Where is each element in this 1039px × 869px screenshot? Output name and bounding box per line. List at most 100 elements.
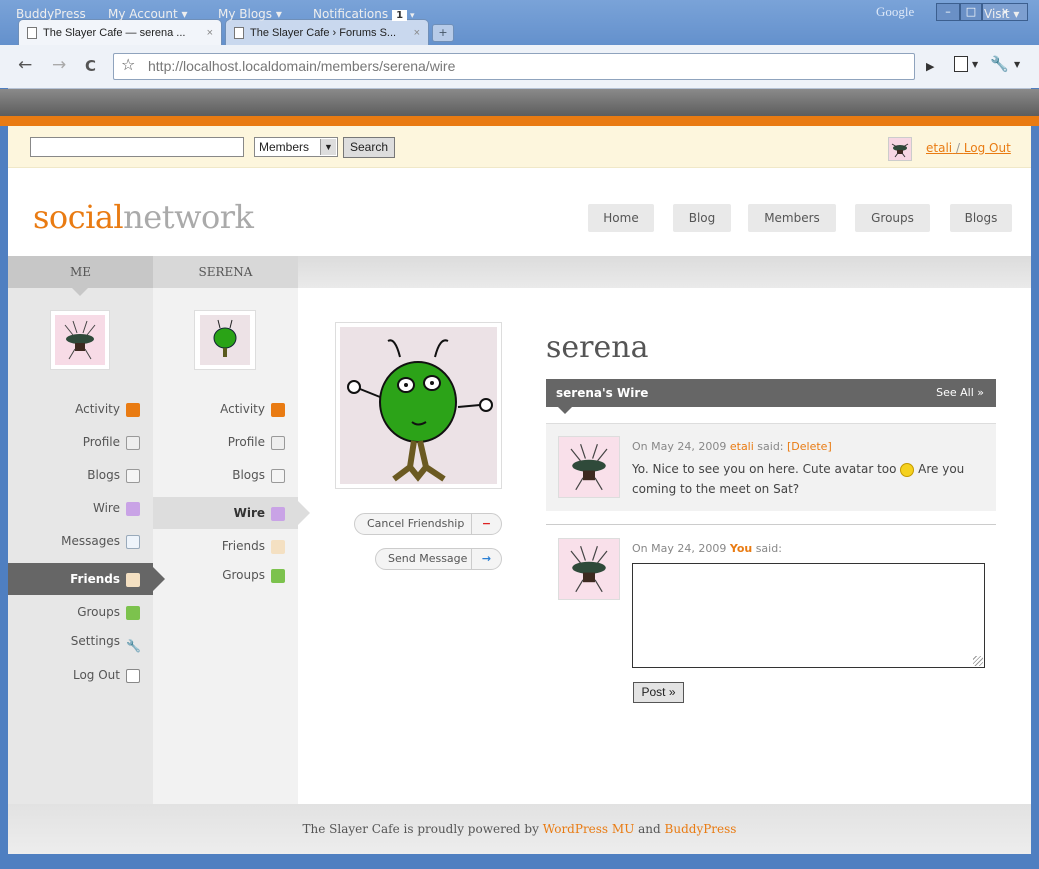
logo-accent-text: social: [33, 198, 124, 236]
selected-arrow: [298, 501, 310, 525]
nav-blog[interactable]: Blog: [673, 204, 731, 232]
button-label: Cancel Friendship: [367, 517, 465, 530]
my-menu-profile[interactable]: Profile: [8, 431, 153, 464]
member-menu-friends[interactable]: Friends: [153, 529, 298, 564]
button-label: Send Message: [388, 552, 468, 565]
notifications-count-badge: 1: [392, 10, 408, 21]
page-icon: [234, 26, 244, 39]
visit-menu[interactable]: Visit ▾: [984, 7, 1019, 21]
member-menu-blogs[interactable]: Blogs: [153, 464, 298, 497]
window-border-left: [0, 88, 8, 856]
send-message-button[interactable]: Send Message →: [375, 548, 502, 570]
nav-home[interactable]: Home: [588, 204, 654, 232]
my-menu-groups[interactable]: Groups: [8, 595, 153, 630]
search-scope-select[interactable]: Members ▼: [254, 137, 338, 157]
maximize-button[interactable]: □: [960, 3, 982, 21]
groups-cube-icon: [271, 568, 285, 583]
tab-close-icon[interactable]: ×: [207, 27, 213, 39]
page-menu-icon[interactable]: [954, 56, 968, 72]
play-icon[interactable]: ▶: [926, 60, 934, 73]
friends-icon: [126, 572, 140, 587]
nav-blogs[interactable]: Blogs: [950, 204, 1012, 232]
friends-icon: [271, 539, 285, 554]
username-link[interactable]: etali: [926, 141, 952, 155]
user-avatar-small[interactable]: [888, 137, 912, 161]
content-header-strip: [298, 256, 1031, 288]
menu-label: Profile: [82, 435, 120, 449]
search-button[interactable]: Search: [343, 137, 395, 158]
envelope-icon: [126, 534, 140, 549]
my-blogs-menu[interactable]: My Blogs ▾: [218, 7, 282, 21]
wrench-icon[interactable]: 🔧: [990, 55, 1009, 73]
my-menu-messages[interactable]: Messages: [8, 530, 153, 563]
search-scope-value: Members: [259, 140, 310, 154]
logout-link[interactable]: Log Out: [964, 141, 1011, 155]
serena-avatar-small[interactable]: [194, 310, 256, 370]
post-meta: On May 24, 2009 etali said: [Delete]: [632, 440, 832, 453]
tab-slayer-cafe-serena[interactable]: The Slayer Cafe — serena ... ×: [18, 19, 222, 45]
member-menu-wire[interactable]: Wire: [153, 497, 310, 529]
menu-label: Wire: [93, 501, 120, 515]
my-menu-friends[interactable]: Friends: [8, 563, 165, 595]
menu-label: Settings: [70, 634, 120, 648]
footer-text: The Slayer Cafe is proudly powered by: [302, 822, 539, 836]
buddypress-link[interactable]: BuddyPress: [665, 822, 737, 836]
url-host: http://localhost.localdomain: [148, 58, 317, 74]
minus-icon: −: [471, 514, 501, 534]
site-logo[interactable]: socialnetwork: [33, 198, 254, 236]
tab-close-icon[interactable]: ×: [414, 27, 420, 39]
my-avatar[interactable]: [50, 310, 110, 370]
member-menu-groups[interactable]: Groups: [153, 564, 298, 598]
menu-label: Friends: [221, 539, 265, 553]
user-links: etali / Log Out: [926, 141, 1011, 155]
post-text: Yo. Nice to see you on here. Cute avatar…: [632, 459, 982, 499]
post-author-avatar[interactable]: [558, 436, 620, 498]
member-menu-profile[interactable]: Profile: [153, 431, 298, 464]
minimize-button[interactable]: –: [936, 3, 960, 21]
delete-post-link[interactable]: [Delete]: [787, 440, 832, 453]
url-path: /members/serena/wire: [316, 58, 456, 74]
notifications-menu[interactable]: Notifications 1 ▾: [313, 7, 414, 21]
nav-groups[interactable]: Groups: [855, 204, 930, 232]
post-button[interactable]: Post »: [633, 682, 684, 703]
search-input[interactable]: [30, 137, 244, 157]
bookmark-star-icon[interactable]: ☆: [121, 55, 135, 74]
buddypress-admin-bar: [0, 89, 1039, 116]
my-menu-settings[interactable]: Settings 🔧: [8, 630, 153, 664]
cancel-friendship-button[interactable]: Cancel Friendship −: [354, 513, 502, 535]
page-icon: [27, 26, 37, 39]
wrench-icon: 🔧: [126, 638, 141, 653]
nav-members[interactable]: Members: [748, 204, 836, 232]
accent-stripe: [0, 116, 1039, 126]
wordpress-mu-link[interactable]: WordPress MU: [543, 822, 635, 836]
post-author-link[interactable]: etali: [730, 440, 754, 453]
member-menu-list: Activity Profile Blogs Wire Friends Grou…: [153, 398, 310, 598]
tab-slayer-cafe-forums[interactable]: The Slayer Cafe › Forums S... ×: [225, 19, 429, 45]
chevron-down-icon: ▼: [320, 139, 336, 155]
see-all-link[interactable]: See All »: [936, 379, 984, 407]
wire-title: serena's Wire: [556, 386, 649, 400]
wire-message-textarea[interactable]: [632, 563, 985, 668]
window-border-right: [1031, 88, 1039, 856]
blog-icon: [271, 468, 285, 483]
buddypress-home-link[interactable]: BuddyPress: [16, 7, 86, 21]
my-menu-logout[interactable]: Log Out: [8, 664, 153, 697]
wire-header: serena's Wire See All »: [546, 379, 996, 414]
my-menu-blogs[interactable]: Blogs: [8, 464, 153, 497]
menu-label: Activity: [220, 402, 265, 416]
tools-menu-chevron-icon: ▼: [1014, 60, 1021, 69]
new-tab-button[interactable]: +: [432, 24, 454, 42]
member-menu-activity[interactable]: Activity: [153, 398, 298, 431]
my-menu-activity[interactable]: Activity: [8, 398, 153, 431]
menu-label: Wire: [233, 506, 265, 520]
address-bar[interactable]: http://localhost.localdomain/members/ser…: [113, 53, 915, 80]
arrow-right-icon: →: [471, 549, 501, 569]
my-menu-wire[interactable]: Wire: [8, 497, 153, 530]
back-button[interactable]: ←: [18, 55, 32, 75]
menu-label: Profile: [227, 435, 265, 449]
forward-button[interactable]: →: [52, 55, 66, 75]
blog-icon: [126, 468, 140, 483]
reload-button[interactable]: C: [85, 57, 96, 75]
my-account-menu[interactable]: My Account ▾: [108, 7, 188, 21]
serena-avatar-large: [335, 322, 502, 489]
